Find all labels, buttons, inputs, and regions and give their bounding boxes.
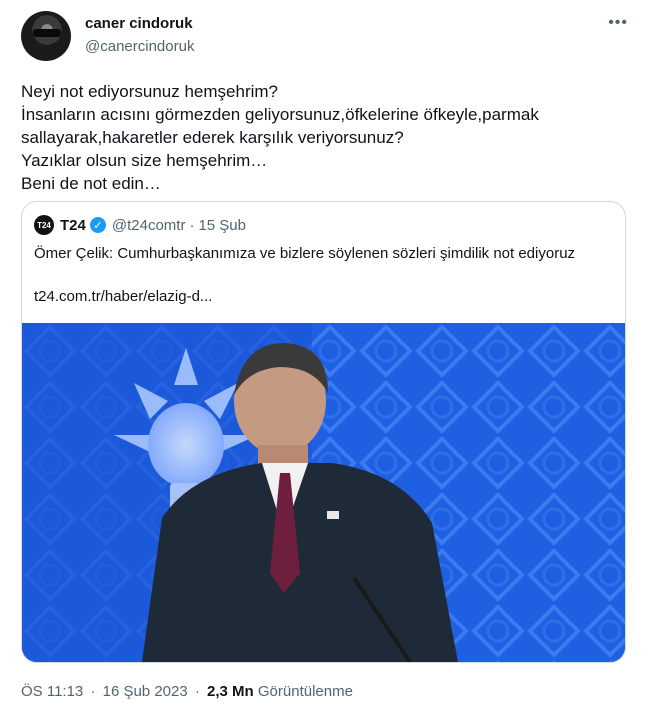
views-label: Görüntülenme	[257, 683, 353, 700]
quoted-date[interactable]: 15 Şub	[198, 217, 246, 234]
quoted-tweet[interactable]: T24 T24 ✓ @t24comtr · 15 Şub Ömer Çelik:…	[21, 201, 626, 663]
tweet: caner cindoruk @canercindoruk ••• Neyi n…	[0, 0, 666, 715]
tweet-date[interactable]: 16 Şub 2023	[103, 683, 188, 700]
tweet-time[interactable]: ÖS 11:13	[21, 683, 83, 700]
verified-badge-icon: ✓	[89, 217, 106, 233]
quoted-image[interactable]	[22, 323, 625, 662]
avatar[interactable]	[21, 11, 71, 61]
quoted-tweet-text: Ömer Çelik: Cumhurbaşkanımıza ve bizlere…	[34, 245, 576, 262]
tweet-timestamp: ÖS 11:13 · 16 Şub 2023 · 2,3 Mn Görüntül…	[21, 683, 353, 700]
sunglasses-shape	[33, 29, 61, 37]
footer-separator: ·	[90, 683, 96, 700]
tweet-text: Neyi not ediyorsunuz hemşehrim? İnsanlar…	[21, 82, 539, 193]
quoted-tweet-header: T24 T24 ✓ @t24comtr · 15 Şub	[34, 214, 246, 236]
views-count: 2,3 Mn	[207, 683, 254, 700]
quoted-link[interactable]: t24.com.tr/haber/elazig-d...	[34, 288, 212, 305]
footer-separator-2: ·	[194, 683, 200, 700]
quoted-image-illustration	[22, 323, 625, 662]
author-display-name[interactable]: caner cindoruk	[85, 15, 193, 32]
quoted-separator: ·	[189, 216, 195, 234]
author-handle[interactable]: @canercindoruk	[85, 38, 194, 55]
more-horizontal-icon[interactable]: •••	[608, 14, 628, 32]
quoted-avatar[interactable]: T24	[34, 215, 54, 235]
quoted-author-handle[interactable]: @t24comtr	[112, 217, 186, 234]
quoted-author-name[interactable]: T24	[60, 217, 86, 234]
